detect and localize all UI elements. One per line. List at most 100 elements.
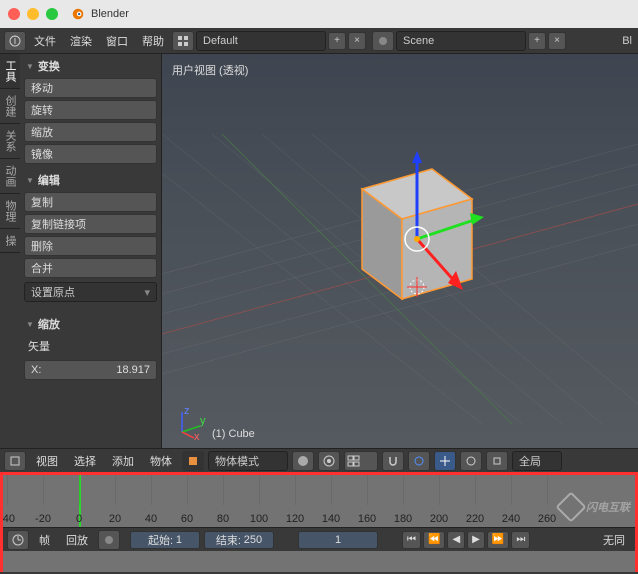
mirror-button[interactable]: 镜像 bbox=[24, 144, 157, 164]
shading-solid-icon[interactable] bbox=[292, 451, 314, 471]
timeline-tick: 140 bbox=[322, 513, 340, 525]
join-button[interactable]: 合并 bbox=[24, 258, 157, 278]
mode-selector[interactable]: 物体模式 bbox=[208, 451, 288, 471]
scene-remove-button[interactable]: × bbox=[548, 32, 566, 50]
viewport-cube[interactable] bbox=[332, 149, 502, 329]
menu-render[interactable]: 渲染 bbox=[64, 29, 98, 53]
truncated-right: Bl bbox=[622, 35, 634, 47]
timeline-editor: -40-200204060801001201401601802002202402… bbox=[0, 472, 638, 572]
rotate-button[interactable]: 旋转 bbox=[24, 100, 157, 120]
tl-current-value: 1 bbox=[335, 534, 341, 546]
snap-magnet-icon[interactable] bbox=[382, 451, 404, 471]
timeline-tick: 20 bbox=[109, 513, 121, 525]
tl-end-field[interactable]: 结束: 250 bbox=[204, 531, 274, 549]
vh-object[interactable]: 物体 bbox=[144, 449, 178, 473]
proportional-edit-icon[interactable] bbox=[408, 451, 430, 471]
layout-selector[interactable]: Default bbox=[196, 31, 326, 51]
mode-icon[interactable] bbox=[182, 451, 204, 471]
orientation-selector[interactable]: 全局 bbox=[512, 451, 562, 471]
tl-keyframe-prev-button[interactable]: ⏪ bbox=[423, 531, 445, 549]
vh-add[interactable]: 添加 bbox=[106, 449, 140, 473]
layout-remove-button[interactable]: × bbox=[348, 32, 366, 50]
tl-play-reverse-button[interactable]: ◀ bbox=[447, 531, 465, 549]
translate-button[interactable]: 移动 bbox=[24, 78, 157, 98]
timeline-editor-icon[interactable] bbox=[7, 530, 29, 550]
set-origin-label: 设置原点 bbox=[31, 284, 75, 300]
timeline-tick: 120 bbox=[286, 513, 304, 525]
delete-button[interactable]: 删除 bbox=[24, 236, 157, 256]
transform-header[interactable]: 变换 bbox=[22, 56, 159, 76]
watermark: 闪电互联 bbox=[560, 496, 630, 518]
manipulator-translate-icon[interactable] bbox=[434, 451, 456, 471]
menu-window[interactable]: 窗口 bbox=[100, 29, 134, 53]
scale-panel-title: 缩放 bbox=[38, 316, 60, 332]
orientation-label: 全局 bbox=[519, 453, 541, 469]
menu-file[interactable]: 文件 bbox=[28, 29, 62, 53]
duplicate-linked-button[interactable]: 复制链接项 bbox=[24, 214, 157, 234]
tl-keyframe-next-button[interactable]: ⏩ bbox=[487, 531, 509, 549]
layout-label: Default bbox=[203, 35, 238, 47]
scene-selector[interactable]: Scene bbox=[396, 31, 526, 51]
tl-play-button[interactable]: ▶ bbox=[467, 531, 485, 549]
tool-panel: 变换 移动 旋转 缩放 镜像 编辑 复制 复制链接项 删除 合并 设置原点 缩放… bbox=[20, 54, 162, 448]
tl-current-field[interactable]: 1 bbox=[298, 531, 378, 549]
layers-icon[interactable] bbox=[344, 451, 378, 471]
manipulator-scale-icon[interactable] bbox=[486, 451, 508, 471]
viewport-header: 视图 选择 添加 物体 物体模式 全局 bbox=[0, 448, 638, 472]
tl-frame-menu[interactable]: 帧 bbox=[33, 528, 56, 552]
timeline-tick: 220 bbox=[466, 513, 484, 525]
editor-type-icon[interactable] bbox=[4, 451, 26, 471]
tab-animation[interactable]: 动画 bbox=[0, 159, 20, 194]
zoom-window-button[interactable] bbox=[46, 8, 58, 20]
scene-add-button[interactable]: + bbox=[528, 32, 546, 50]
scale-x-value: 18.917 bbox=[116, 364, 150, 376]
timeline-tick: 0 bbox=[76, 513, 82, 525]
watermark-icon bbox=[555, 491, 586, 522]
tl-jump-start-button[interactable]: ⏮ bbox=[402, 531, 421, 549]
scale-button[interactable]: 缩放 bbox=[24, 122, 157, 142]
scene-icon[interactable] bbox=[372, 31, 394, 51]
tl-start-value: 1 bbox=[176, 534, 182, 546]
layout-grid-icon[interactable] bbox=[172, 31, 194, 51]
minimize-window-button[interactable] bbox=[27, 8, 39, 20]
scale-panel-header[interactable]: 缩放 bbox=[22, 314, 159, 334]
manipulator-rotate-icon[interactable] bbox=[460, 451, 482, 471]
tl-jump-end-button[interactable]: ⏭ bbox=[511, 531, 530, 549]
window-title: Blender bbox=[71, 7, 129, 21]
timeline-tick: 260 bbox=[538, 513, 556, 525]
edit-header[interactable]: 编辑 bbox=[22, 170, 159, 190]
menu-help[interactable]: 帮助 bbox=[136, 29, 170, 53]
scale-x-field[interactable]: X: 18.917 bbox=[24, 360, 157, 380]
tab-physics[interactable]: 物理 bbox=[0, 194, 20, 229]
viewport-canvas[interactable]: z y x 用户视图 (透视) (1) Cube bbox=[162, 54, 638, 448]
tl-playback-menu[interactable]: 回放 bbox=[60, 528, 94, 552]
tab-tools[interactable]: 工具 bbox=[0, 54, 20, 89]
tab-create[interactable]: 创建 bbox=[0, 89, 20, 124]
timeline-track[interactable]: -40-200204060801001201401601802002202402… bbox=[3, 475, 635, 527]
info-editor-icon[interactable]: i bbox=[4, 31, 26, 51]
tl-start-field[interactable]: 起始: 1 bbox=[130, 531, 200, 549]
vh-select[interactable]: 选择 bbox=[68, 449, 102, 473]
duplicate-button[interactable]: 复制 bbox=[24, 192, 157, 212]
timeline-tick: -20 bbox=[35, 513, 51, 525]
timeline-tick: 160 bbox=[358, 513, 376, 525]
mode-label: 物体模式 bbox=[215, 453, 259, 469]
pivot-icon[interactable] bbox=[318, 451, 340, 471]
svg-text:x: x bbox=[194, 431, 200, 440]
window-titlebar: Blender bbox=[0, 0, 638, 28]
app-name-label: Blender bbox=[91, 8, 129, 20]
close-window-button[interactable] bbox=[8, 8, 20, 20]
set-origin-dropdown[interactable]: 设置原点 bbox=[24, 282, 157, 302]
tab-operator[interactable]: 操 bbox=[0, 229, 20, 253]
tab-relations[interactable]: 关系 bbox=[0, 124, 20, 159]
svg-text:z: z bbox=[184, 406, 190, 417]
tl-nosync-label[interactable]: 无同 bbox=[597, 528, 631, 552]
layout-add-button[interactable]: + bbox=[328, 32, 346, 50]
timeline-tick: 60 bbox=[181, 513, 193, 525]
viewport-3d[interactable]: z y x 用户视图 (透视) (1) Cube bbox=[162, 54, 638, 448]
tl-sync-icon[interactable] bbox=[98, 530, 120, 550]
vh-view[interactable]: 视图 bbox=[30, 449, 64, 473]
timeline-tick: 240 bbox=[502, 513, 520, 525]
timeline-ruler: -40-200204060801001201401601802002202402… bbox=[3, 505, 635, 527]
watermark-text: 闪电互联 bbox=[586, 499, 630, 515]
